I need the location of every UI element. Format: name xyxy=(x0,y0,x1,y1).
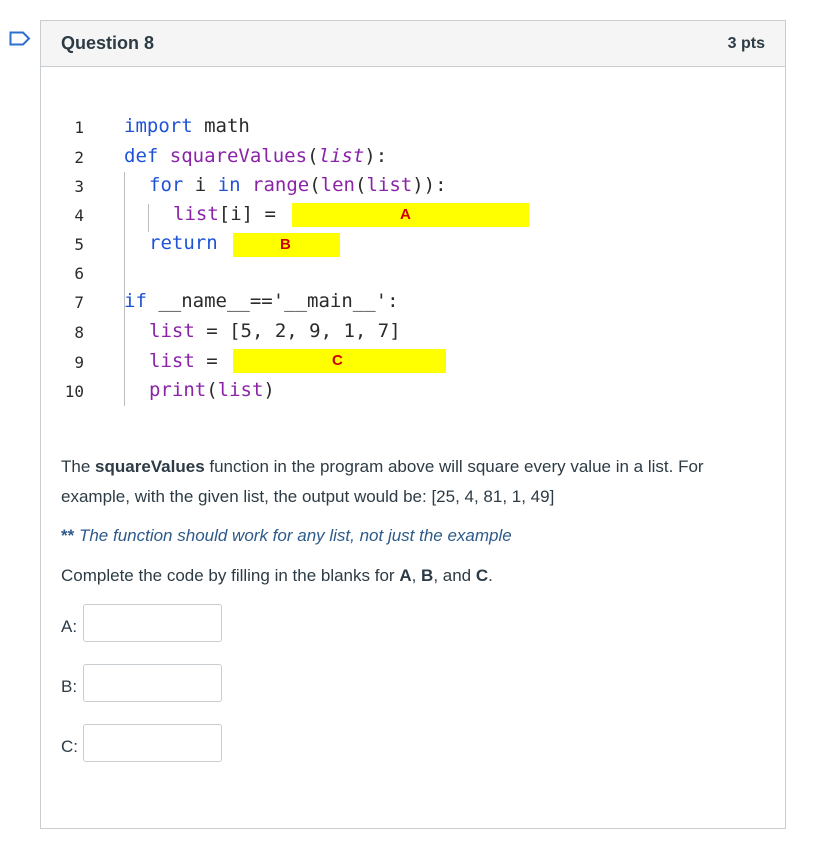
code-line: list[i] = xyxy=(173,203,276,225)
code-token: list xyxy=(366,174,413,196)
code-token: = xyxy=(264,203,276,225)
answer-a-label: A: xyxy=(61,617,78,636)
blank-a-ref: A xyxy=(399,566,412,585)
code-token: ( xyxy=(354,174,367,196)
instructions-text: . xyxy=(488,566,493,585)
note-stars: ** xyxy=(61,526,75,545)
code-token: def xyxy=(124,145,159,167)
code-token: list xyxy=(149,350,195,372)
code-token: import xyxy=(124,115,193,137)
function-name: squareValues xyxy=(95,457,205,476)
blank-c-highlight: C xyxy=(233,349,446,373)
question-points: 3 pts xyxy=(727,35,765,52)
code-token: squareValues xyxy=(169,145,308,167)
line-number: 10 xyxy=(64,382,84,401)
code-token: in xyxy=(217,174,241,196)
code-token: return xyxy=(149,232,218,254)
instructions-text: , xyxy=(411,566,422,585)
code-token: if xyxy=(124,290,147,312)
code-token: ) xyxy=(263,379,275,401)
code-token: [i] xyxy=(218,203,265,225)
instructions-text: , and xyxy=(433,566,476,585)
bookmark-icon[interactable] xyxy=(9,31,31,46)
code-token: list xyxy=(318,145,365,167)
code-token: len xyxy=(320,174,355,196)
line-number: 3 xyxy=(74,177,84,196)
answer-b-input[interactable] xyxy=(83,664,222,702)
line-number: 5 xyxy=(74,235,84,254)
question-card: Question 8 3 pts xyxy=(40,20,786,829)
code-token: for xyxy=(149,174,184,196)
line-number: 2 xyxy=(74,148,84,167)
blank-b-ref: B xyxy=(421,566,434,585)
line-number: 6 xyxy=(74,264,84,283)
code-token: ( xyxy=(206,379,218,401)
code-token: ( xyxy=(307,145,319,167)
answer-a-input[interactable] xyxy=(83,604,222,642)
code-token: __name__=='__main__': xyxy=(146,290,399,312)
code-line: list = [5, 2, 9, 1, 7] xyxy=(149,320,401,342)
question-header: Question 8 3 pts xyxy=(41,21,785,67)
code-line: for i in range(len(list)): xyxy=(149,174,447,196)
code-token: )): xyxy=(412,174,447,196)
prompt-line-1: The squareValues function in the program… xyxy=(61,452,704,481)
blank-a-label: A xyxy=(400,206,411,223)
answer-b-label: B: xyxy=(61,677,78,696)
blank-b-label: B xyxy=(280,236,291,253)
indent-guide xyxy=(148,204,149,232)
code-token: i xyxy=(183,174,218,196)
line-number: 4 xyxy=(74,206,84,225)
code-token: ( xyxy=(309,174,321,196)
instructions: Complete the code by filling in the blan… xyxy=(61,561,493,590)
code-line: if __name__=='__main__': xyxy=(124,290,399,312)
code-line: list = xyxy=(149,350,218,372)
blank-c-ref: C xyxy=(475,566,489,585)
note-text: The function should work for any list, n… xyxy=(74,526,512,545)
code-line: print(list) xyxy=(149,379,275,401)
indent-guide xyxy=(124,324,125,405)
code-token: math xyxy=(192,115,250,137)
code-token: print xyxy=(149,379,207,401)
note: ** The function should work for any list… xyxy=(61,526,512,546)
line-number: 8 xyxy=(74,323,84,342)
prompt-text: function in the program above will squar… xyxy=(204,457,704,476)
prompt-line-2: example, with the given list, the output… xyxy=(61,487,555,506)
code-token: list xyxy=(217,379,264,401)
code-token: list xyxy=(173,203,219,225)
blank-c-label: C xyxy=(332,352,343,369)
code-token: = [5, 2, 9, 1, 7] xyxy=(194,320,401,342)
answer-c-input[interactable] xyxy=(83,724,222,762)
blank-a-highlight: A xyxy=(292,203,529,227)
code-line: def squareValues(list): xyxy=(124,145,387,167)
blank-b-highlight: B xyxy=(233,233,340,257)
line-number: 1 xyxy=(74,118,84,137)
answer-c-label: C: xyxy=(61,737,78,756)
line-number: 7 xyxy=(74,293,84,312)
code-line: return xyxy=(149,232,218,254)
prompt-text: The xyxy=(61,457,96,476)
code-token: = xyxy=(194,350,218,372)
question-title: Question 8 xyxy=(61,33,155,53)
code-token: ): xyxy=(364,145,388,167)
code-token: list xyxy=(149,320,195,342)
code-line: import math xyxy=(124,115,250,137)
instructions-text: Complete the code by filling in the blan… xyxy=(61,566,400,585)
line-number: 9 xyxy=(74,353,84,372)
code-token: range xyxy=(252,174,310,196)
